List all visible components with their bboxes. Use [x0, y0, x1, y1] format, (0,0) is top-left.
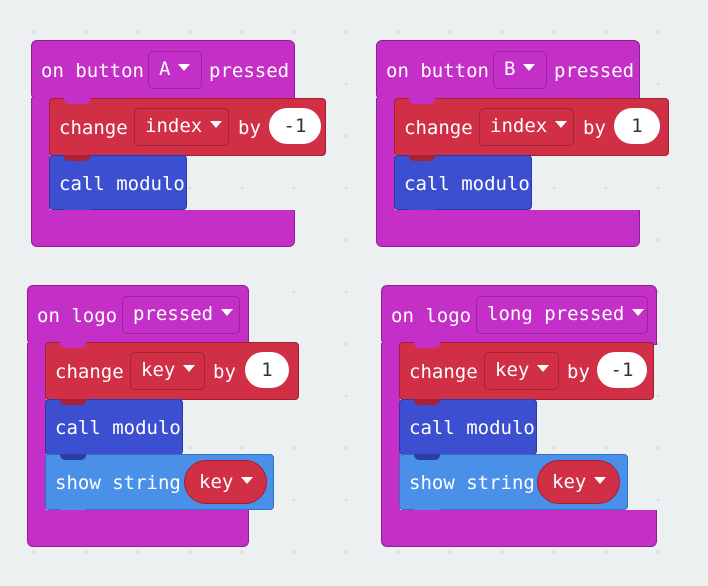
event-header[interactable]: on button B pressed	[376, 40, 640, 100]
event-prefix: on button	[41, 60, 144, 82]
show-string-label: show string	[55, 472, 181, 494]
block-notch	[414, 342, 440, 348]
chevron-down-icon	[632, 309, 645, 316]
chevron-down-icon	[594, 477, 607, 484]
event-header[interactable]: on logo pressed	[27, 285, 249, 345]
change-label: change	[55, 361, 124, 383]
block-notch	[414, 399, 440, 405]
block-notch	[409, 98, 435, 104]
button-dropdown[interactable]: A	[148, 51, 202, 89]
event-footer	[381, 510, 657, 547]
event-header[interactable]: on button A pressed	[31, 40, 295, 100]
show-string-label: show string	[409, 472, 535, 494]
block-notch	[414, 454, 440, 460]
call-function-block[interactable]: call modulo	[45, 399, 183, 455]
event-wall	[31, 98, 50, 212]
call-label: call modulo	[404, 173, 530, 195]
string-variable-dropdown[interactable]: key	[537, 460, 620, 504]
logo-event-dropdown[interactable]: long pressed	[476, 296, 648, 334]
call-label: call modulo	[409, 417, 535, 439]
variable-dropdown[interactable]: key	[484, 352, 559, 390]
logo-event-dropdown[interactable]: pressed	[122, 296, 240, 334]
call-label: call modulo	[55, 417, 181, 439]
amount-input[interactable]: 1	[245, 352, 289, 388]
call-label: call modulo	[59, 173, 185, 195]
change-variable-block[interactable]: change key by -1	[399, 342, 654, 400]
event-footer	[31, 210, 295, 247]
event-suffix: pressed	[554, 60, 635, 82]
by-label: by	[238, 117, 261, 139]
chevron-down-icon	[241, 477, 254, 484]
block-notch	[64, 155, 90, 161]
event-prefix: on logo	[37, 305, 118, 327]
event-footer	[27, 510, 249, 547]
change-label: change	[409, 361, 478, 383]
by-label: by	[567, 361, 590, 383]
event-wall	[381, 343, 400, 511]
by-label: by	[213, 361, 236, 383]
variable-dropdown[interactable]: key	[130, 352, 205, 390]
block-notch	[64, 98, 90, 104]
event-prefix: on logo	[391, 305, 472, 327]
chevron-down-icon	[555, 121, 568, 128]
change-variable-block[interactable]: change key by 1	[45, 342, 299, 400]
variable-dropdown[interactable]: index	[479, 108, 574, 146]
block-notch	[409, 155, 435, 161]
change-label: change	[404, 117, 473, 139]
show-string-block[interactable]: show string key	[45, 454, 274, 515]
show-string-block[interactable]: show string key	[399, 454, 628, 515]
block-notch	[60, 454, 86, 460]
event-prefix: on button	[386, 60, 489, 82]
change-label: change	[59, 117, 128, 139]
call-function-block[interactable]: call modulo	[394, 155, 532, 215]
event-suffix: pressed	[209, 60, 290, 82]
string-variable-dropdown[interactable]: key	[184, 460, 267, 504]
chevron-down-icon	[537, 365, 550, 372]
chevron-down-icon	[523, 64, 536, 71]
variable-dropdown[interactable]: index	[134, 108, 229, 146]
event-wall	[27, 343, 46, 511]
event-footer	[376, 210, 640, 247]
call-function-block[interactable]: call modulo	[399, 399, 537, 455]
amount-input[interactable]: -1	[269, 108, 321, 144]
amount-input[interactable]: -1	[597, 352, 647, 388]
button-dropdown[interactable]: B	[493, 51, 547, 89]
chevron-down-icon	[221, 309, 234, 316]
change-variable-block[interactable]: change index by 1	[394, 98, 669, 156]
by-label: by	[583, 117, 606, 139]
chevron-down-icon	[183, 365, 196, 372]
call-function-block[interactable]: call modulo	[49, 155, 187, 215]
change-variable-block[interactable]: change index by -1	[49, 98, 326, 156]
event-wall	[376, 98, 395, 212]
event-header[interactable]: on logo long pressed	[381, 285, 657, 345]
block-notch	[60, 342, 86, 348]
chevron-down-icon	[178, 64, 191, 71]
amount-input[interactable]: 1	[614, 108, 660, 144]
chevron-down-icon	[210, 121, 223, 128]
block-notch	[60, 399, 86, 405]
